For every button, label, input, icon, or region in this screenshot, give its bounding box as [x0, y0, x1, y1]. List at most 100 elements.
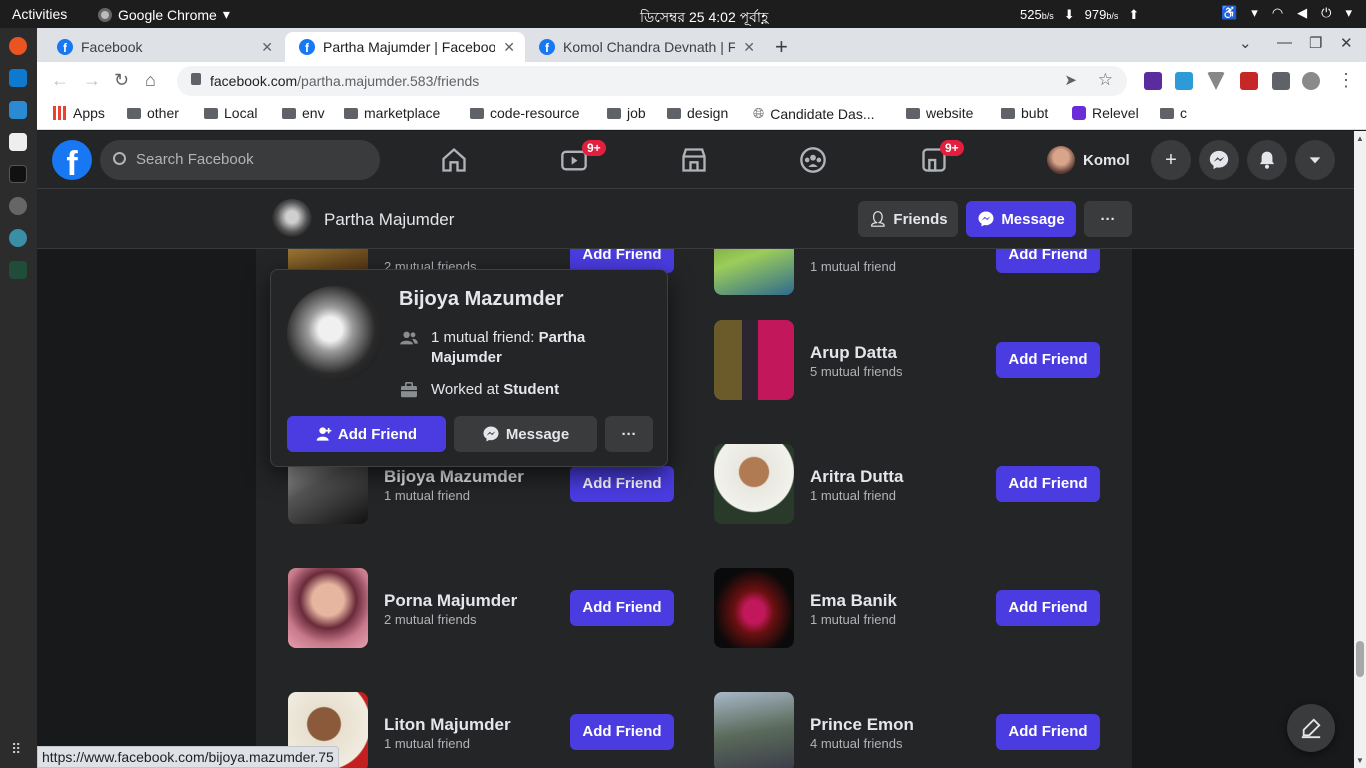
scroll-down-arrow-icon[interactable]: ▼: [1356, 756, 1364, 765]
tab-partha-majumder[interactable]: f Partha Majumder | Facebook ✕: [285, 32, 525, 62]
add-friend-button[interactable]: Add Friend: [996, 342, 1100, 378]
extension-icon[interactable]: [1207, 72, 1225, 90]
bookmark-folder[interactable]: job: [607, 105, 646, 121]
bookmark-folder[interactable]: code-resource: [470, 105, 580, 121]
profile-avatar-icon[interactable]: [1302, 72, 1320, 90]
avatar[interactable]: [272, 199, 312, 239]
bookmark-folder[interactable]: bubt: [1001, 105, 1048, 121]
address-bar[interactable]: facebook.com/partha.majumder.583/friends…: [177, 66, 1127, 96]
create-button[interactable]: +: [1151, 140, 1191, 180]
mutual-friends-count[interactable]: 1 mutual friend: [810, 612, 896, 627]
friend-name[interactable]: Liton Majumder: [384, 715, 511, 735]
new-tab-button[interactable]: +: [775, 34, 788, 60]
puzzle-icon[interactable]: [1272, 72, 1290, 90]
friend-photo[interactable]: [714, 692, 794, 768]
mutual-friends-count[interactable]: 2 mutual friends: [384, 612, 477, 627]
forward-button[interactable]: →: [83, 70, 101, 91]
bookmark-folder[interactable]: c: [1160, 105, 1187, 121]
mutual-friends-count[interactable]: 1 mutual friend: [384, 736, 470, 751]
bookmark-apps[interactable]: Apps: [53, 105, 105, 121]
chevron-down-icon[interactable]: ▾: [1251, 5, 1258, 21]
close-window-button[interactable]: ✕: [1340, 34, 1353, 52]
tab-facebook[interactable]: f Facebook ✕: [43, 32, 283, 62]
avatar[interactable]: [287, 286, 383, 382]
add-friend-button[interactable]: Add Friend: [570, 714, 674, 750]
friend-card[interactable]: 1 mutual friend Add Friend: [714, 249, 1132, 295]
extension-icon[interactable]: [1144, 72, 1162, 90]
message-button[interactable]: Message: [966, 201, 1076, 237]
chevron-down-icon[interactable]: ▾: [1345, 5, 1352, 21]
messenger-button[interactable]: [1199, 140, 1239, 180]
home-icon[interactable]: [440, 146, 468, 174]
disk-dock-icon[interactable]: [9, 197, 27, 215]
add-friend-button[interactable]: Add Friend: [570, 590, 674, 626]
friend-name[interactable]: Prince Emon: [810, 715, 914, 735]
friend-card[interactable]: Liton Majumder 1 mutual friend Add Frien…: [288, 692, 708, 768]
terminal-dock-icon[interactable]: [9, 165, 27, 183]
bookmark-link[interactable]: 🌐︎ Candidate Das...: [753, 105, 875, 122]
bookmark-folder[interactable]: marketplace: [344, 105, 440, 121]
scroll-up-arrow-icon[interactable]: ▲: [1356, 134, 1364, 143]
new-message-button[interactable]: [1287, 704, 1335, 752]
marketplace-icon[interactable]: [680, 146, 708, 174]
bookmark-folder[interactable]: website: [906, 105, 973, 121]
app-menu[interactable]: Google Chrome ▾: [98, 6, 230, 23]
friend-name[interactable]: Ema Banik: [810, 591, 897, 611]
tab-search-icon[interactable]: ⌄: [1239, 34, 1252, 52]
friend-name[interactable]: Arup Datta: [810, 343, 897, 363]
close-icon[interactable]: ✕: [261, 39, 273, 56]
friend-card[interactable]: Aritra Dutta 1 mutual friend Add Friend: [714, 444, 1132, 524]
add-friend-button[interactable]: Add Friend: [996, 466, 1100, 502]
hover-card-name[interactable]: Bijoya Mazumder: [399, 288, 563, 311]
search-input[interactable]: Search Facebook: [100, 140, 380, 180]
add-friend-button[interactable]: Add Friend: [996, 249, 1100, 273]
mutual-friends-count[interactable]: 5 mutual friends: [810, 364, 903, 379]
accessibility-icon[interactable]: ♿: [1221, 5, 1237, 21]
reload-button[interactable]: ↻: [114, 70, 129, 91]
facebook-logo[interactable]: f: [52, 140, 92, 180]
profile-name[interactable]: Partha Majumder: [324, 210, 454, 230]
maximize-button[interactable]: ❐: [1309, 34, 1322, 52]
work-place[interactable]: Student: [503, 381, 559, 398]
text-editor-dock-icon[interactable]: [9, 133, 27, 151]
friend-photo[interactable]: [288, 568, 368, 648]
add-friend-button[interactable]: Add Friend: [996, 714, 1100, 750]
more-options-button[interactable]: ···: [1084, 201, 1132, 237]
monitor-dock-icon[interactable]: [9, 261, 27, 279]
friend-photo[interactable]: [714, 249, 794, 295]
bookmark-link[interactable]: Relevel: [1072, 105, 1139, 121]
extension-icon[interactable]: [1175, 72, 1193, 90]
url-text[interactable]: facebook.com/partha.majumder.583/friends: [210, 73, 479, 89]
friend-name[interactable]: Porna Majumder: [384, 591, 517, 611]
wifi-icon[interactable]: ◠: [1272, 5, 1283, 21]
vscode-dock-icon[interactable]: [9, 69, 27, 87]
close-icon[interactable]: ✕: [743, 39, 755, 56]
friend-card[interactable]: Ema Banik 1 mutual friend Add Friend: [714, 568, 1132, 648]
extension-icon[interactable]: [1240, 72, 1258, 90]
system-tray[interactable]: ♿ ▾ ◠ ◀ ⏻ ▾: [1221, 5, 1352, 21]
friend-photo[interactable]: [714, 444, 794, 524]
home-button[interactable]: ⌂: [145, 70, 156, 91]
chrome-dock-icon[interactable]: [9, 37, 27, 55]
files-dock-icon[interactable]: [9, 101, 27, 119]
volume-icon[interactable]: ◀: [1297, 5, 1307, 21]
account-menu-button[interactable]: [1295, 140, 1335, 180]
friend-photo[interactable]: [714, 320, 794, 400]
activities-button[interactable]: Activities: [12, 6, 67, 22]
friends-button[interactable]: 👤︎ Friends: [858, 201, 958, 237]
groups-icon[interactable]: [799, 146, 827, 174]
power-icon[interactable]: ⏻: [1321, 5, 1331, 21]
mutual-friends-count[interactable]: 1 mutual friend: [810, 259, 896, 274]
back-button[interactable]: ←: [51, 70, 69, 91]
bookmark-folder[interactable]: other: [127, 105, 179, 121]
lock-icon[interactable]: [191, 73, 201, 85]
scrollbar-thumb[interactable]: [1356, 641, 1364, 677]
more-options-button[interactable]: ···: [605, 416, 653, 452]
show-apps-icon[interactable]: ⠿: [11, 741, 21, 758]
minimize-button[interactable]: —: [1277, 34, 1292, 51]
bookmark-folder[interactable]: Local: [204, 105, 257, 121]
friend-photo[interactable]: [714, 568, 794, 648]
bookmark-folder[interactable]: design: [667, 105, 728, 121]
bookmark-star-icon[interactable]: ☆: [1098, 70, 1113, 90]
mutual-friends-count[interactable]: 1 mutual friend: [810, 488, 896, 503]
